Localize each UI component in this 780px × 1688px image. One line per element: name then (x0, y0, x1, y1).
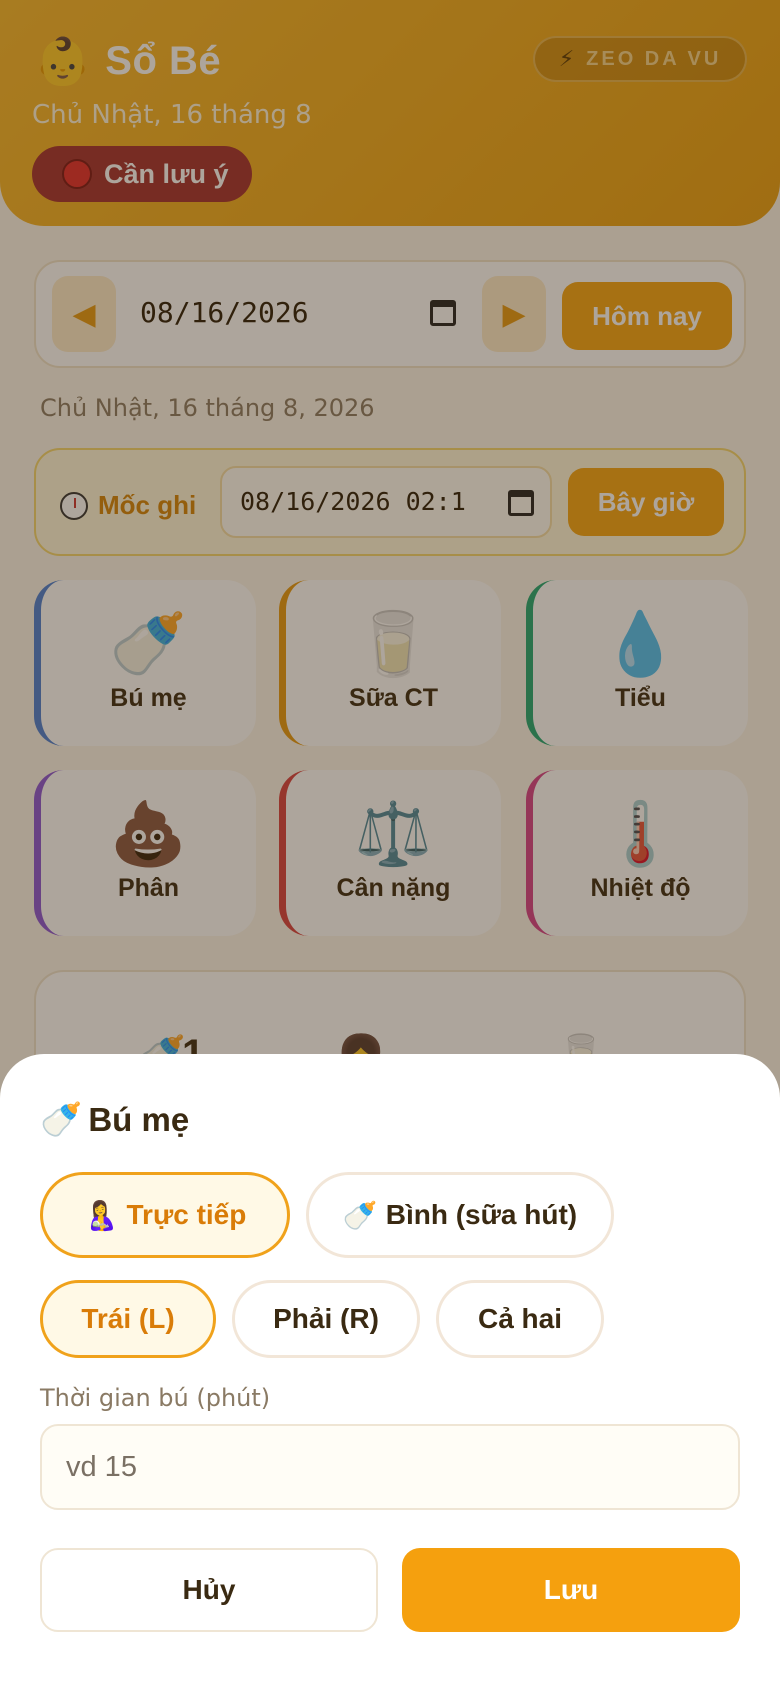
chip-label: Trực tiếp (126, 1199, 247, 1230)
duration-label: Thời gian bú (phút) (40, 1384, 271, 1412)
breastfeed-sheet: 🍼 Bú mẹ 🤱 Trực tiếp 🍼 Bình (sữa hút) Trá… (0, 1054, 780, 1688)
baby-bottle-icon: 🍼 (40, 1101, 83, 1139)
breastfeeding-icon: 🤱 (83, 1199, 119, 1231)
save-button[interactable]: Lưu (402, 1548, 740, 1632)
duration-input[interactable] (40, 1424, 740, 1510)
chip-label: Bình (sữa hút) (385, 1199, 578, 1230)
method-bottle-chip[interactable]: 🍼 Bình (sữa hút) (306, 1172, 614, 1258)
side-left-chip[interactable]: Trái (L) (40, 1280, 216, 1358)
sheet-title: 🍼 Bú mẹ (40, 1100, 189, 1140)
method-direct-chip[interactable]: 🤱 Trực tiếp (40, 1172, 290, 1258)
side-right-chip[interactable]: Phải (R) (232, 1280, 420, 1358)
baby-bottle-icon: 🍼 (342, 1199, 378, 1231)
cancel-button[interactable]: Hủy (40, 1548, 378, 1632)
side-both-chip[interactable]: Cả hai (436, 1280, 604, 1358)
sheet-title-text: Bú mẹ (88, 1101, 190, 1138)
